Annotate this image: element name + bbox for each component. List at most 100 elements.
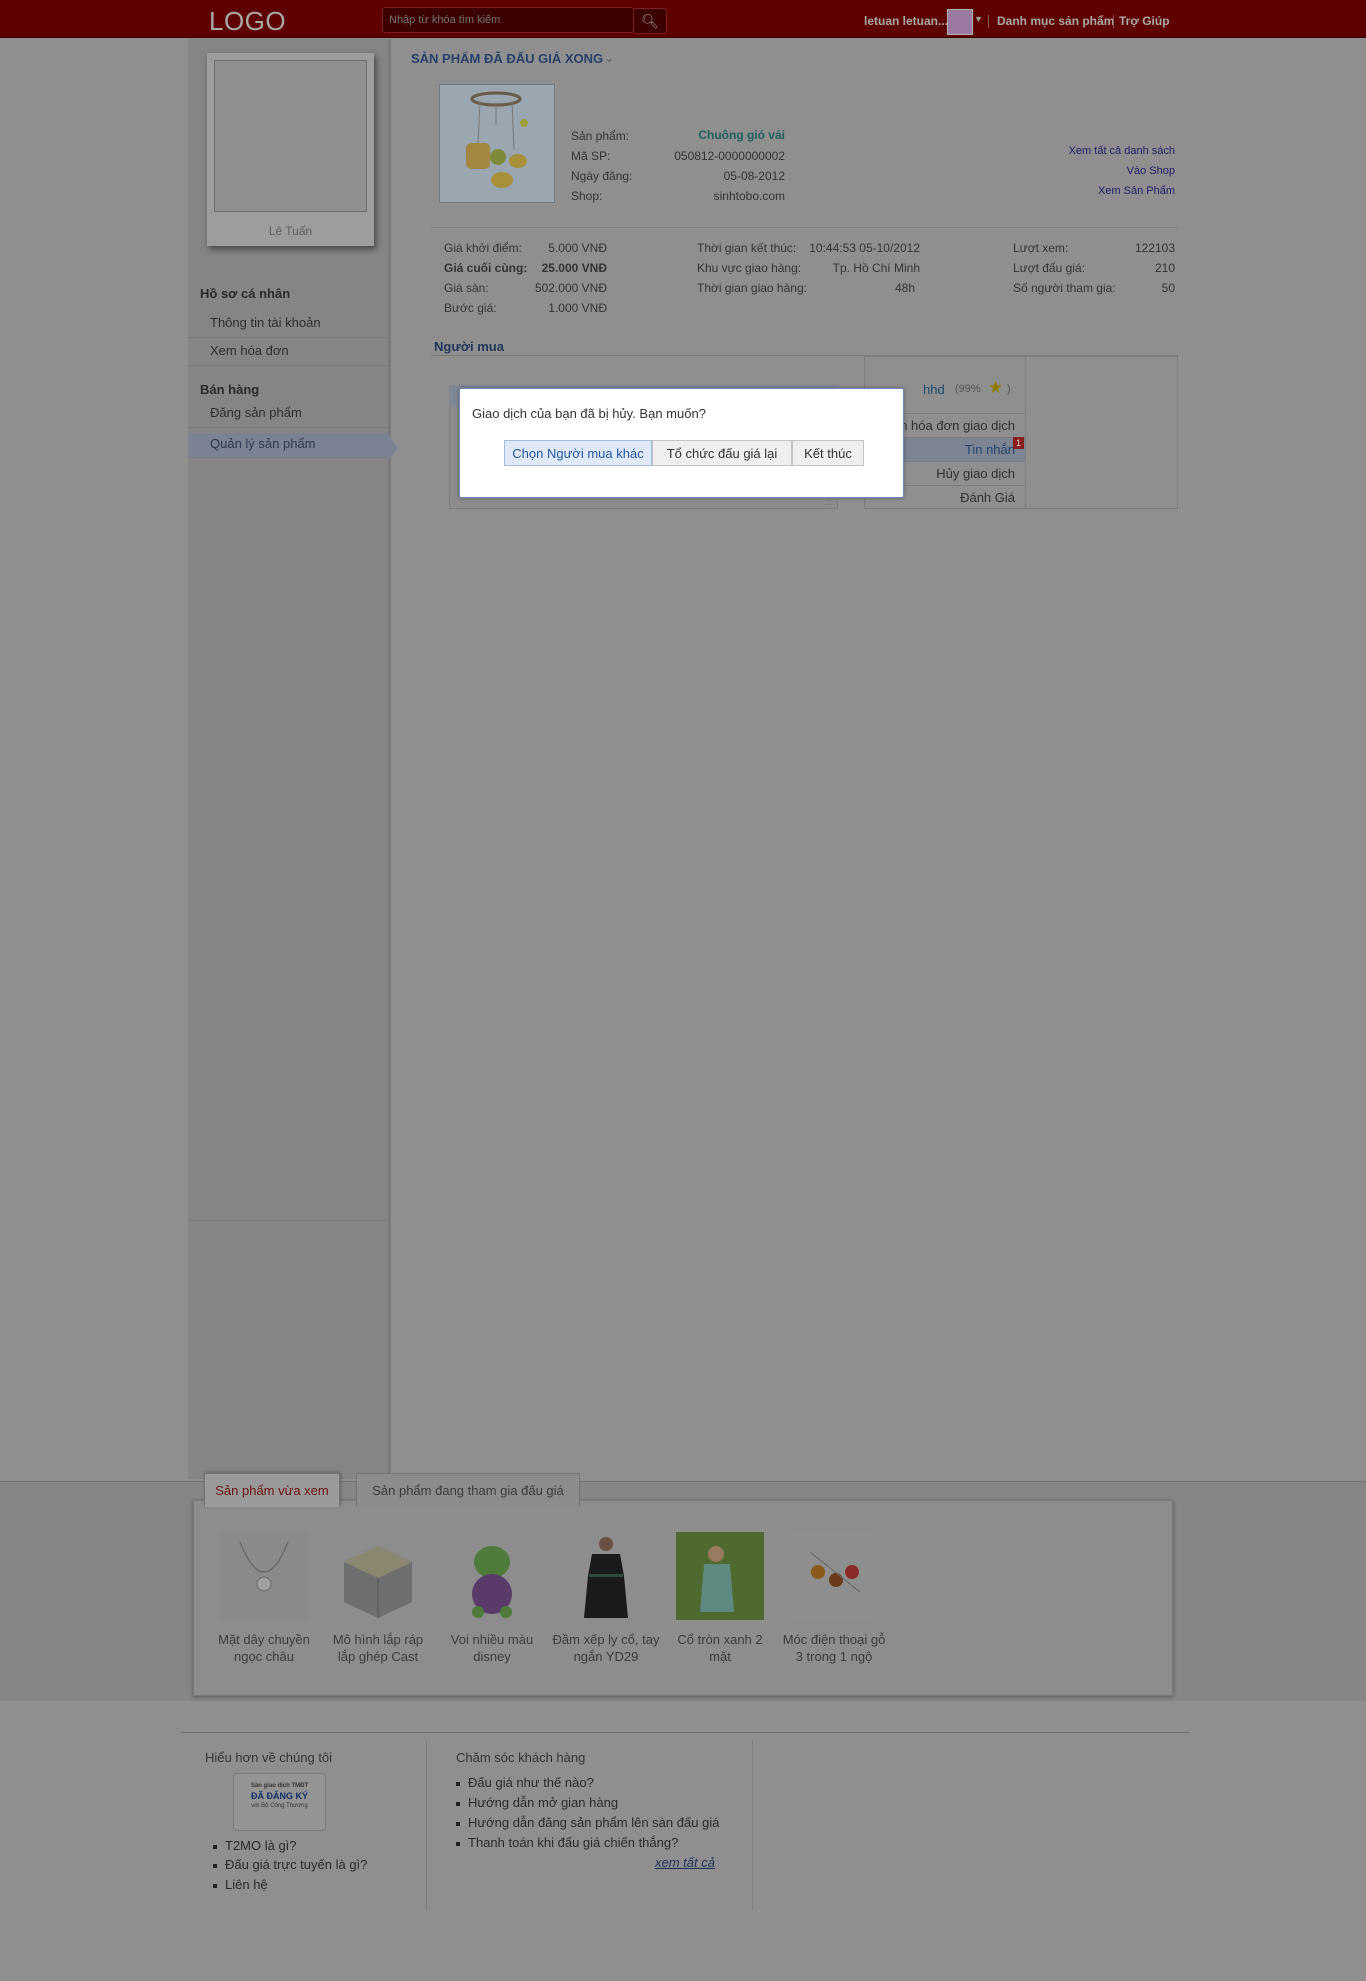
user-avatar[interactable]: [947, 9, 973, 35]
floor-price-label: Giá sàn:: [444, 281, 489, 295]
green-top-image: [700, 1546, 734, 1612]
product-name[interactable]: Cổ tròn xanh 2 mặt: [665, 1631, 775, 1665]
product-thumbnail[interactable]: [220, 1532, 308, 1620]
final-price-label: Giá cuối cùng:: [444, 261, 528, 275]
chevron-down-icon[interactable]: ▼: [974, 14, 983, 24]
delivery-time-value: 48h: [894, 281, 915, 295]
product-name[interactable]: Đầm xếp ly cổ, tay ngắn YD29: [551, 1631, 661, 1665]
product-date-label: Ngày đăng:: [571, 169, 633, 183]
dialog-message: Giao dịch của bạn đã bị hủy. Bạn muốn?: [472, 406, 706, 421]
product-card[interactable]: Mặt dây chuyền ngọc châu: [209, 1532, 319, 1665]
puzzle-cube-image: [344, 1546, 412, 1618]
bullet-icon: [213, 1863, 217, 1868]
views-label: Lượt xem:: [1013, 241, 1069, 255]
product-code-label: Mã SP:: [571, 149, 611, 163]
user-name[interactable]: letuan letuan...: [864, 14, 948, 28]
sidebar-item-post-product[interactable]: Đăng sản phẩm: [188, 400, 388, 428]
logo[interactable]: LOGO: [209, 6, 286, 37]
footer-link[interactable]: Hướng dẫn đăng sản phẩm lên sàn đấu giá: [456, 1815, 719, 1830]
product-card[interactable]: Đầm xếp ly cổ, tay ngắn YD29: [551, 1532, 661, 1665]
product-name[interactable]: Chuông gió vải: [698, 128, 785, 142]
start-price-label: Giá khởi điểm:: [444, 241, 522, 255]
view-all-list-link[interactable]: Xem tất cả danh sách: [1069, 145, 1175, 157]
divider: [988, 15, 989, 28]
sidebar-section-profile: Hồ sơ cá nhân: [200, 286, 291, 301]
participants-label: Số người tham gia:: [1013, 281, 1116, 295]
sidebar-item-account-info[interactable]: Thông tin tài khoản: [188, 310, 388, 338]
product-name[interactable]: Mặt dây chuyền ngọc châu: [209, 1631, 319, 1665]
product-name[interactable]: Voi nhiều màu disney: [437, 1631, 547, 1665]
go-to-shop-link[interactable]: Vào Shop: [1127, 165, 1175, 177]
start-price-value: 5.000 VNĐ: [548, 241, 607, 255]
end-time-value: 10:44:53 05-10/2012: [809, 241, 920, 255]
profile-photo[interactable]: [214, 60, 367, 212]
phone-charm-image: [809, 1551, 861, 1593]
search-box: [382, 7, 635, 33]
product-thumbnail[interactable]: [790, 1532, 878, 1620]
buyer-name[interactable]: hhd: [923, 382, 945, 397]
view-product-link[interactable]: Xem Sản Phẩm: [1098, 185, 1175, 197]
dress-image: [584, 1537, 628, 1618]
footer-link[interactable]: Thanh toán khi đấu giá chiến thắng?: [456, 1835, 678, 1850]
see-all-link[interactable]: xem tất cả: [655, 1855, 715, 1870]
registration-badge[interactable]: Sàn giao dịch TMĐT ĐÃ ĐĂNG KÝ với Bộ Côn…: [233, 1773, 326, 1831]
product-card[interactable]: Móc điện thoại gỗ 3 trong 1 ngộ: [779, 1532, 889, 1665]
product-card[interactable]: Cổ tròn xanh 2 mặt: [665, 1532, 775, 1665]
nav-categories-link[interactable]: Danh mục sản phẩm: [997, 14, 1114, 28]
product-image[interactable]: [439, 84, 555, 203]
divider: [188, 1220, 388, 1221]
tab-bidding[interactable]: Sản phẩm đang tham gia đấu giá: [356, 1473, 580, 1507]
footer-link[interactable]: T2MO là gì?: [213, 1838, 297, 1853]
message-count-badge: 1: [1013, 437, 1024, 449]
wind-chime-image: [440, 85, 554, 202]
buyer-rating: (99%: [955, 383, 981, 395]
sidebar-item-invoices[interactable]: Xem hóa đơn: [188, 338, 388, 366]
page-title: SẢN PHẨM ĐÃ ĐẤU GIÁ XONG: [411, 51, 604, 66]
tab-recently-viewed[interactable]: Sản phẩm vừa xem: [204, 1473, 340, 1507]
footer-link[interactable]: Đấu giá trực tuyến là gì?: [213, 1857, 367, 1872]
search-button[interactable]: 🔍︎: [633, 8, 667, 34]
sidebar-section-selling: Bán hàng: [200, 382, 260, 397]
bid-step-label: Bước giá:: [444, 301, 497, 315]
product-thumbnail[interactable]: [334, 1532, 422, 1620]
divider: [431, 227, 1178, 228]
bids-label: Lượt đấu giá:: [1013, 261, 1085, 275]
buyer-rating-close: ): [1007, 383, 1011, 395]
footer-link[interactable]: Đấu giá như thế nào?: [456, 1775, 594, 1790]
chevron-down-icon[interactable]: ⌄: [604, 51, 614, 65]
choose-other-buyer-button[interactable]: Chọn Người mua khác: [504, 440, 652, 466]
sidebar-item-manage-products[interactable]: Quản lý sản phẩm: [188, 433, 388, 458]
product-name[interactable]: Móc điện thoại gỗ 3 trong 1 ngộ: [779, 1631, 889, 1665]
nav-help-link[interactable]: Trợ Giúp: [1119, 14, 1170, 28]
end-time-label: Thời gian kết thúc:: [697, 241, 797, 255]
badge-line: với Bộ Công Thương: [251, 1803, 308, 1809]
relist-auction-button[interactable]: Tổ chức đấu giá lại: [652, 440, 792, 466]
buyers-title: Người mua: [434, 339, 504, 354]
product-card[interactable]: Mô hình lắp ráp lắp ghép Cast: [323, 1532, 433, 1665]
bullet-icon: [213, 1883, 217, 1888]
elephant-toy-image: [472, 1546, 512, 1618]
footer-link[interactable]: Liên hệ: [213, 1877, 268, 1892]
necklace-image: [239, 1541, 289, 1592]
product-card[interactable]: Voi nhiều màu disney: [437, 1532, 547, 1665]
product-name[interactable]: Mô hình lắp ráp lắp ghép Cast: [323, 1631, 433, 1665]
end-button[interactable]: Kết thúc: [792, 440, 864, 466]
product-shop: sinhtobo.com: [713, 189, 785, 203]
star-icon: ★: [988, 378, 1004, 397]
bids-value: 210: [1154, 261, 1175, 275]
buyer-detail-box: [1025, 357, 1177, 508]
resize-grip-icon[interactable]: .::: [824, 497, 832, 507]
product-thumbnail[interactable]: [676, 1532, 764, 1620]
product-code: 050812-0000000002: [674, 149, 785, 163]
footer-care-title: Chăm sóc khách hàng: [456, 1750, 586, 1765]
search-input[interactable]: [383, 8, 635, 32]
final-price-value: 25.000 VNĐ: [541, 261, 607, 275]
product-thumbnail[interactable]: [562, 1532, 650, 1620]
profile-name: Lê Tuấn: [268, 224, 313, 238]
product-date: 05-08-2012: [723, 169, 785, 183]
footer-link[interactable]: Hướng dẫn mở gian hàng: [456, 1795, 618, 1810]
participants-value: 50: [1161, 281, 1175, 295]
bullet-icon: [456, 1781, 460, 1786]
product-thumbnail[interactable]: [448, 1532, 536, 1620]
bullet-icon: [213, 1844, 217, 1849]
